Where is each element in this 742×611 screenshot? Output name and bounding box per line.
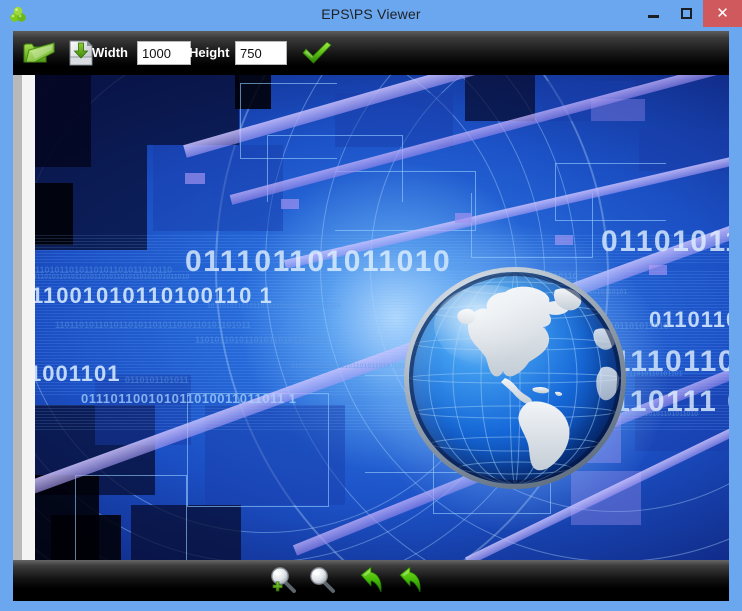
globe-map <box>409 272 621 484</box>
width-input[interactable] <box>137 41 191 65</box>
rotate-right-button[interactable] <box>392 563 428 597</box>
canvas-gutter-outer <box>13 75 22 560</box>
eps-artwork: 011101101011010 11001010110100110 1 1001… <box>35 75 729 560</box>
height-label: Height <box>189 45 230 60</box>
minimize-icon <box>648 15 659 18</box>
globe-graphic <box>363 226 667 530</box>
apply-size-button[interactable] <box>299 37 335 69</box>
green-check-icon <box>302 41 332 64</box>
top-toolbar: Width Height <box>13 31 729 75</box>
decor-nub <box>455 213 472 223</box>
open-folder-icon <box>23 42 55 63</box>
minimize-button[interactable] <box>637 0 670 27</box>
image-viewport[interactable]: 011101101011010 11001010110100110 1 1001… <box>13 75 729 560</box>
maximize-icon <box>681 8 692 19</box>
decor-block <box>465 75 535 121</box>
zoom-actual-size-button[interactable] <box>304 563 340 597</box>
magnifier-plus-icon <box>271 567 296 593</box>
canvas-gutter-inner <box>22 75 35 560</box>
decor-nub <box>281 199 299 209</box>
open-file-button[interactable] <box>19 35 59 71</box>
decor-scanlines <box>35 235 729 265</box>
title-bar: EPS\PS Viewer ✕ <box>0 0 742 29</box>
close-button[interactable]: ✕ <box>703 0 742 27</box>
magnifier-icon <box>310 567 335 593</box>
decor-circuit <box>75 475 187 560</box>
green-arrow-up-left-icon <box>360 566 382 593</box>
globe-sphere <box>409 272 621 484</box>
app-window: EPS\PS Viewer ✕ Width 1000 Height 750 01… <box>0 0 742 611</box>
height-input[interactable] <box>235 41 287 65</box>
window-title: EPS\PS Viewer <box>321 6 421 22</box>
zoom-in-button[interactable] <box>265 563 301 597</box>
close-icon: ✕ <box>716 5 729 22</box>
rotate-left-button[interactable] <box>353 563 389 597</box>
maximize-button[interactable] <box>670 0 703 27</box>
width-label: Width <box>92 45 128 60</box>
decor-nub <box>185 173 205 184</box>
bottom-toolbar <box>13 560 729 601</box>
green-arrow-up-right-icon <box>399 566 421 593</box>
